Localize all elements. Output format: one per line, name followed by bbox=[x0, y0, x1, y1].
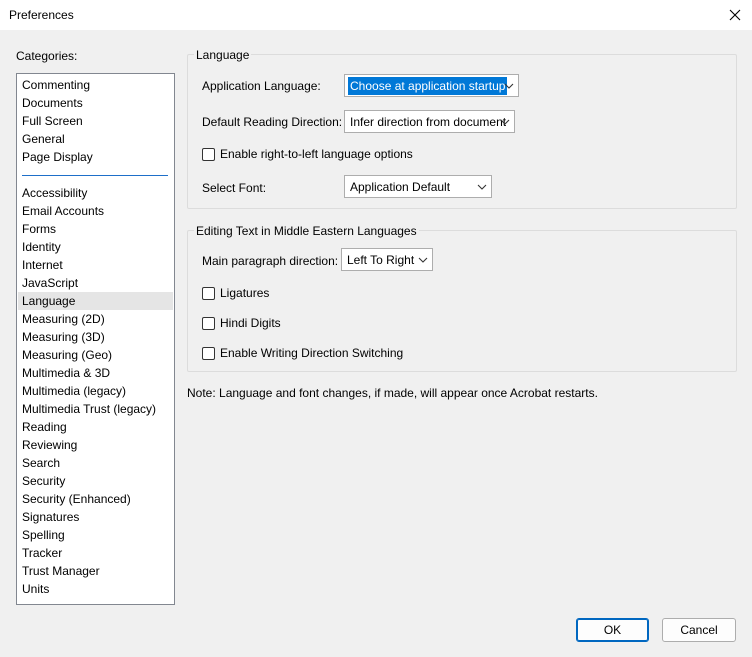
category-item-documents[interactable]: Documents bbox=[18, 94, 173, 112]
chevron-down-icon bbox=[500, 119, 510, 125]
writing-direction-checkbox[interactable]: Enable Writing Direction Switching bbox=[202, 346, 403, 360]
reading-direction-value: Infer direction from document bbox=[350, 114, 507, 129]
category-item-search[interactable]: Search bbox=[18, 454, 173, 472]
rtl-options-checkbox-box[interactable] bbox=[202, 147, 215, 161]
select-font-value: Application Default bbox=[350, 179, 451, 194]
category-item-trust-manager[interactable]: Trust Manager bbox=[18, 562, 173, 580]
close-button[interactable] bbox=[722, 3, 748, 27]
category-item-forms[interactable]: Forms bbox=[18, 220, 173, 238]
application-language-value: Choose at application startup bbox=[348, 76, 508, 95]
category-item-reading[interactable]: Reading bbox=[18, 418, 173, 436]
category-item-tracker[interactable]: Tracker bbox=[18, 544, 173, 562]
select-font-dropdown[interactable]: Application Default bbox=[344, 175, 492, 198]
chevron-down-icon bbox=[418, 257, 428, 263]
paragraph-direction-label: Main paragraph direction: bbox=[202, 254, 339, 268]
writing-direction-checkbox-box[interactable] bbox=[202, 346, 215, 360]
paragraph-direction-value: Left To Right bbox=[347, 252, 415, 267]
category-item-multimedia-trust-legacy[interactable]: Multimedia Trust (legacy) bbox=[18, 400, 173, 418]
category-item-multimedia-3d[interactable]: Multimedia & 3D bbox=[18, 364, 173, 382]
hindi-digits-checkbox-label: Hindi Digits bbox=[220, 316, 281, 330]
application-language-dropdown[interactable]: Choose at application startup bbox=[344, 74, 519, 97]
ok-button[interactable]: OK bbox=[576, 618, 649, 642]
cancel-button[interactable]: Cancel bbox=[662, 618, 736, 642]
reading-direction-label: Default Reading Direction: bbox=[202, 115, 343, 129]
category-item-multimedia-legacy[interactable]: Multimedia (legacy) bbox=[18, 382, 173, 400]
category-item-commenting[interactable]: Commenting bbox=[18, 76, 173, 94]
category-item-accessibility[interactable]: Accessibility bbox=[18, 184, 173, 202]
rtl-options-checkbox-label: Enable right-to-left language options bbox=[220, 147, 413, 161]
restart-note: Note: Language and font changes, if made… bbox=[187, 386, 598, 400]
category-item-reviewing[interactable]: Reviewing bbox=[18, 436, 173, 454]
reading-direction-dropdown[interactable]: Infer direction from document bbox=[344, 110, 515, 133]
ligatures-checkbox[interactable]: Ligatures bbox=[202, 286, 269, 300]
categories-label: Categories: bbox=[16, 49, 78, 63]
category-item-language[interactable]: Language bbox=[18, 292, 173, 310]
chevron-down-icon bbox=[504, 83, 514, 89]
category-item-identity[interactable]: Identity bbox=[18, 238, 173, 256]
application-language-label: Application Language: bbox=[202, 79, 321, 93]
chevron-down-icon bbox=[477, 184, 487, 190]
category-item-javascript[interactable]: JavaScript bbox=[18, 274, 173, 292]
category-item-security-enhanced[interactable]: Security (Enhanced) bbox=[18, 490, 173, 508]
middle-eastern-group-title: Editing Text in Middle Eastern Languages bbox=[194, 224, 419, 238]
ligatures-checkbox-label: Ligatures bbox=[220, 286, 270, 300]
category-item-general[interactable]: General bbox=[18, 130, 173, 148]
category-item-spelling[interactable]: Spelling bbox=[18, 526, 173, 544]
close-icon bbox=[729, 9, 741, 21]
language-group-title: Language bbox=[194, 48, 252, 62]
title-bar: Preferences bbox=[0, 0, 752, 30]
category-item-email-accounts[interactable]: Email Accounts bbox=[18, 202, 173, 220]
category-item-full-screen[interactable]: Full Screen bbox=[18, 112, 173, 130]
category-item-signatures[interactable]: Signatures bbox=[18, 508, 173, 526]
ligatures-checkbox-box[interactable] bbox=[202, 286, 215, 300]
categories-separator bbox=[22, 175, 168, 176]
writing-direction-checkbox-label: Enable Writing Direction Switching bbox=[220, 346, 404, 360]
rtl-options-checkbox[interactable]: Enable right-to-left language options bbox=[202, 147, 413, 161]
category-item-measuring-3d[interactable]: Measuring (3D) bbox=[18, 328, 173, 346]
hindi-digits-checkbox-box[interactable] bbox=[202, 316, 215, 330]
category-item-measuring-geo[interactable]: Measuring (Geo) bbox=[18, 346, 173, 364]
select-font-label: Select Font: bbox=[202, 181, 267, 195]
paragraph-direction-dropdown[interactable]: Left To Right bbox=[341, 248, 433, 271]
category-item-units[interactable]: Units bbox=[18, 580, 173, 598]
hindi-digits-checkbox[interactable]: Hindi Digits bbox=[202, 316, 281, 330]
categories-list[interactable]: Commenting Documents Full Screen General Pag… bbox=[16, 73, 175, 605]
category-item-page-display[interactable]: Page Display bbox=[18, 148, 173, 166]
category-item-security[interactable]: Security bbox=[18, 472, 173, 490]
category-item-internet[interactable]: Internet bbox=[18, 256, 173, 274]
window-title: Preferences bbox=[9, 8, 74, 22]
category-item-measuring-2d[interactable]: Measuring (2D) bbox=[18, 310, 173, 328]
